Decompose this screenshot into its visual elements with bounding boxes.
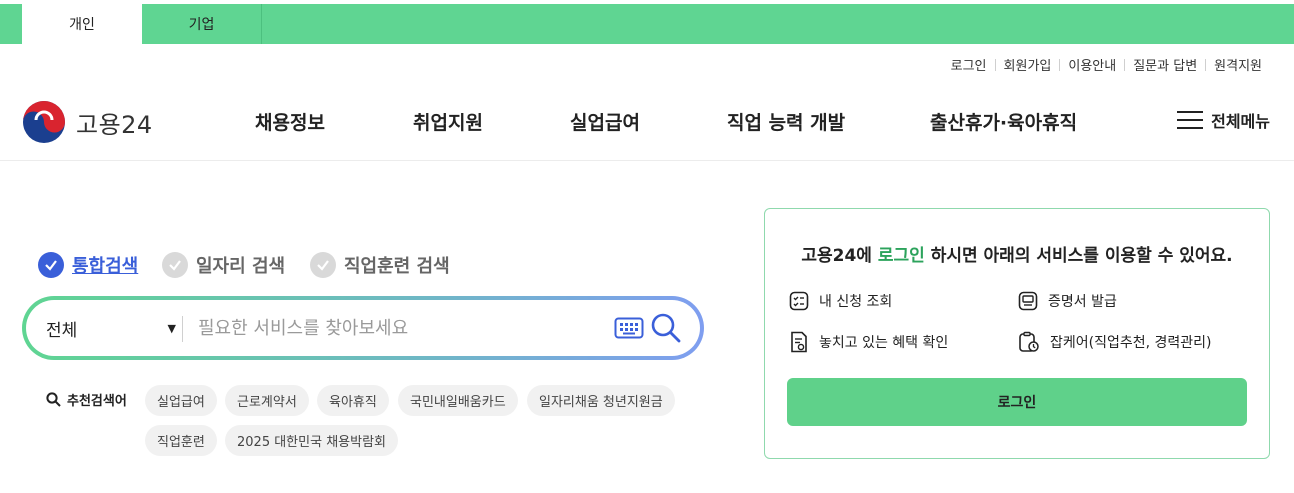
login-panel-message: 고용24에 로그인 하시면 아래의 서비스를 이용할 수 있어요.: [765, 241, 1269, 266]
search-type-integrated[interactable]: 통합검색: [38, 252, 138, 278]
check-icon: [310, 252, 336, 278]
keyword-chip[interactable]: 근로계약서: [225, 385, 309, 416]
check-icon: [162, 252, 188, 278]
search-type-label: 직업훈련 검색: [344, 256, 450, 277]
search-type-jobs[interactable]: 일자리 검색: [162, 252, 285, 278]
service-jobcare[interactable]: 잡케어(직업추천, 경력관리): [1018, 331, 1212, 353]
hamburger-icon: [1177, 111, 1204, 129]
keyword-chip[interactable]: 일자리채움 청년지원금: [527, 385, 675, 416]
gnb-jobs[interactable]: 채용정보: [255, 108, 325, 135]
login-msg-highlight: 로그인: [877, 246, 925, 266]
gnb-skill-development[interactable]: 직업 능력 개발: [727, 108, 845, 135]
checklist-icon: [789, 291, 809, 311]
all-menu-button[interactable]: 전체메뉴: [1177, 108, 1270, 132]
search-type-label: 일자리 검색: [196, 256, 286, 277]
search-icon[interactable]: [650, 312, 682, 344]
taegeuk-logo-icon: [23, 101, 65, 143]
remote-support-link[interactable]: 원격지원: [1206, 55, 1270, 74]
service-label: 잡케어(직업추천, 경력관리): [1050, 335, 1212, 351]
top-tab-bar: 개인 기업: [0, 4, 1294, 44]
keyword-chip[interactable]: 국민내일배움카드: [398, 385, 518, 416]
qna-link[interactable]: 질문과 답변: [1125, 55, 1205, 74]
search-scope-value: 전체: [46, 320, 78, 341]
signup-link[interactable]: 회원가입: [996, 55, 1060, 74]
service-label: 놓치고 있는 혜택 확인: [819, 335, 949, 351]
divider: [182, 316, 183, 342]
logo-text: 고용24: [76, 110, 153, 139]
service-my-applications[interactable]: 내 신청 조회: [789, 291, 892, 311]
guide-link[interactable]: 이용안내: [1060, 55, 1124, 74]
certificate-icon: [1018, 291, 1038, 311]
utility-links: 로그인 회원가입 이용안내 질문과 답변 원격지원: [943, 55, 1270, 74]
search-type-training[interactable]: 직업훈련 검색: [310, 252, 450, 278]
tab-business[interactable]: 기업: [142, 4, 262, 44]
all-menu-label: 전체메뉴: [1211, 112, 1270, 131]
recommended-label-text: 추천검색어: [67, 394, 127, 409]
keyword-chip[interactable]: 육아휴직: [317, 385, 389, 416]
gnb-employment-support[interactable]: 취업지원: [413, 108, 483, 135]
recommended-label: 추천검색어: [46, 390, 127, 409]
search-input[interactable]: [198, 310, 598, 346]
search-icon: [46, 392, 61, 407]
keyword-chip[interactable]: 직업훈련: [145, 425, 217, 456]
service-certificate[interactable]: 증명서 발급: [1018, 291, 1117, 311]
keyboard-icon[interactable]: [614, 317, 644, 339]
tab-personal[interactable]: 개인: [22, 4, 142, 44]
document-search-icon: [791, 331, 807, 353]
keyword-chip[interactable]: 2025 대한민국 채용박람회: [225, 425, 398, 456]
header-divider: [0, 160, 1294, 161]
login-msg-prefix: 고용24에: [801, 246, 878, 266]
service-label: 증명서 발급: [1048, 294, 1117, 310]
service-missed-benefits[interactable]: 놓치고 있는 혜택 확인: [789, 331, 948, 353]
service-label: 내 신청 조회: [819, 294, 893, 310]
search-type-label: 통합검색: [72, 256, 139, 277]
site-logo[interactable]: 고용24: [22, 100, 153, 144]
keyword-chip[interactable]: 실업급여: [145, 385, 217, 416]
login-msg-suffix: 하시면 아래의 서비스를 이용할 수 있어요.: [924, 246, 1233, 266]
caret-down-icon: ▼: [167, 321, 176, 335]
login-button[interactable]: 로그인: [787, 378, 1247, 426]
search-scope-select[interactable]: 전체 ▼: [46, 300, 176, 356]
search-box: 전체 ▼: [22, 296, 704, 360]
login-link[interactable]: 로그인: [943, 55, 995, 74]
login-panel: 고용24에 로그인 하시면 아래의 서비스를 이용할 수 있어요. 내 신청 조…: [764, 208, 1270, 459]
check-icon: [38, 252, 64, 278]
gnb-parental-leave[interactable]: 출산휴가·육아휴직: [930, 108, 1077, 135]
clipboard-clock-icon: [1019, 331, 1039, 352]
gnb-unemployment-benefits[interactable]: 실업급여: [570, 108, 640, 135]
